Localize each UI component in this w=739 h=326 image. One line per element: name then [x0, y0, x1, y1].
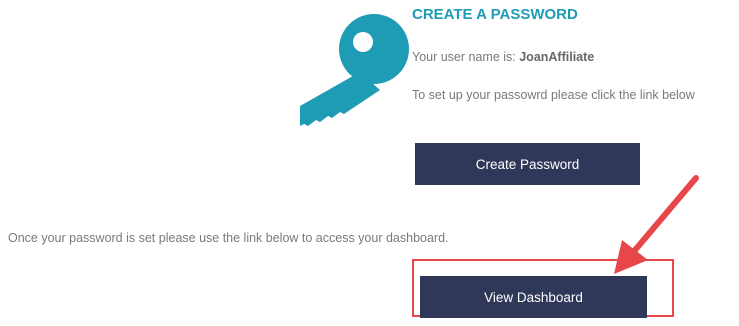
- username-value: JoanAffiliate: [519, 50, 595, 64]
- key-icon: [298, 14, 410, 130]
- username-prefix: Your user name is:: [412, 50, 520, 64]
- username-line: Your user name is: JoanAffiliate: [412, 50, 594, 64]
- dashboard-note: Once your password is set please use the…: [8, 231, 449, 245]
- view-dashboard-button[interactable]: View Dashboard: [420, 276, 647, 318]
- arrow-icon: [600, 168, 710, 280]
- page-title: CREATE A PASSWORD: [412, 6, 578, 23]
- setup-instruction: To set up your passowrd please click the…: [412, 88, 695, 102]
